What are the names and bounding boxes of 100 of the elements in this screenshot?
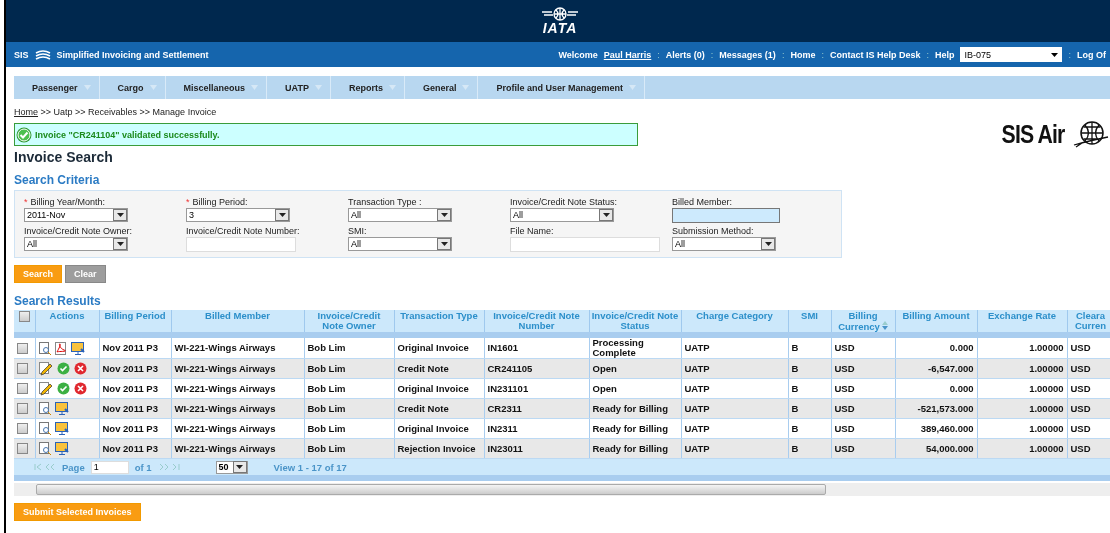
- required-mark: *: [24, 197, 28, 207]
- monitor-icon[interactable]: [70, 341, 85, 355]
- top-link[interactable]: Contact IS Help Desk: [829, 49, 921, 60]
- required-mark: *: [186, 197, 190, 207]
- column-header: Actions: [35, 310, 99, 332]
- check-circle-icon[interactable]: [56, 362, 70, 375]
- checkbox[interactable]: [17, 383, 28, 394]
- table-cell: B: [788, 438, 831, 459]
- separator: :: [926, 49, 929, 60]
- field-label: Submission Method:: [672, 226, 754, 236]
- table-cell: 1.00000: [977, 398, 1067, 419]
- sis-air-logo: SIS Air: [995, 119, 1110, 149]
- menu-item[interactable]: General: [404, 76, 479, 99]
- table-cell: UATP: [681, 398, 788, 419]
- table-cell: Nov 2011 P3: [99, 358, 171, 379]
- table-cell: USD: [1067, 418, 1110, 439]
- table-cell: Original Invoice: [394, 378, 484, 399]
- table-cell: 1.00000: [977, 378, 1067, 399]
- document-magnifier-icon[interactable]: [38, 402, 51, 415]
- table-cell: Ready for Billing: [589, 418, 681, 439]
- close-circle-icon[interactable]: [73, 362, 87, 375]
- dropdown-field[interactable]: All: [348, 208, 452, 222]
- table-cell: 1.00000: [977, 338, 1067, 359]
- table-cell: Open: [589, 358, 681, 379]
- page-input[interactable]: 1: [90, 460, 129, 474]
- table-cell: Rejection Invoice: [394, 438, 484, 459]
- document-magnifier-icon[interactable]: [38, 422, 51, 435]
- member-dropdown[interactable]: IB-075: [960, 47, 1063, 62]
- top-link[interactable]: Help: [934, 49, 955, 60]
- table-cell: Credit Note: [394, 398, 484, 419]
- table-cell: WI-221-Wings Airways: [171, 378, 304, 399]
- top-link[interactable]: Alerts (0): [665, 49, 705, 60]
- dropdown-field[interactable]: All: [510, 208, 614, 222]
- menu-item[interactable]: Cargo: [99, 76, 166, 99]
- checkbox[interactable]: [17, 423, 28, 434]
- field-label: Invoice/Credit Note Number:: [186, 226, 300, 236]
- table-cell: 1.00000: [977, 438, 1067, 459]
- table-cell: B: [788, 378, 831, 399]
- checkbox[interactable]: [17, 363, 28, 374]
- dropdown-field[interactable]: All: [672, 237, 776, 251]
- input-field[interactable]: [672, 208, 780, 223]
- menu-item[interactable]: Reports: [330, 76, 405, 99]
- table-cell: 389,460.000: [895, 418, 977, 439]
- table-cell: WI-221-Wings Airways: [171, 398, 304, 419]
- monitor-icon[interactable]: [54, 422, 69, 435]
- pencil-icon[interactable]: [38, 361, 53, 376]
- menu-item[interactable]: UATP: [267, 76, 331, 99]
- table-cell: Original Invoice: [394, 338, 484, 359]
- dropdown-field[interactable]: 2011-Nov: [24, 208, 128, 222]
- table-cell: Nov 2011 P3: [99, 338, 171, 359]
- checkbox[interactable]: [17, 342, 28, 354]
- table-cell: UATP: [681, 378, 788, 399]
- monitor-icon[interactable]: [54, 442, 69, 455]
- table-cell: USD: [1067, 378, 1110, 399]
- breadcrumb: Home >> Uatp >> Receivables >> Manage Invoice: [14, 107, 218, 117]
- table-cell: 1.00000: [977, 358, 1067, 379]
- dropdown-field[interactable]: All: [348, 237, 452, 251]
- page-count: of 1: [134, 461, 152, 473]
- horizontal-scrollbar[interactable]: [14, 483, 1110, 496]
- checkbox[interactable]: [18, 311, 30, 322]
- table-cell: Original Invoice: [394, 418, 484, 439]
- document-magnifier-icon[interactable]: [38, 442, 51, 455]
- menu-item[interactable]: Profile and User Management: [478, 76, 645, 99]
- table-cell: USD: [831, 398, 895, 419]
- field-label: Billing Period:: [192, 197, 248, 207]
- page-size-dropdown[interactable]: 50: [215, 460, 248, 474]
- table-cell: B: [788, 338, 831, 359]
- user-link[interactable]: Paul Harris: [603, 49, 652, 60]
- pdf-icon[interactable]: [54, 341, 67, 355]
- menu-item[interactable]: Passenger: [14, 76, 100, 99]
- document-magnifier-icon[interactable]: [38, 341, 51, 355]
- table-cell: USD: [831, 418, 895, 439]
- close-circle-icon[interactable]: [73, 382, 87, 395]
- dropdown-field[interactable]: All: [24, 237, 128, 251]
- top-link[interactable]: Messages (1): [719, 49, 776, 60]
- check-circle-icon[interactable]: [56, 382, 70, 395]
- check-circle-icon: [16, 126, 32, 143]
- checkbox[interactable]: [17, 443, 28, 454]
- table-cell: IN231101: [484, 378, 589, 399]
- dropdown-field[interactable]: 3: [186, 208, 290, 222]
- table-cell: 1.00000: [977, 418, 1067, 439]
- monitor-icon[interactable]: [54, 402, 69, 415]
- menu-item[interactable]: Miscellaneous: [165, 76, 268, 99]
- table-cell: -521,573.000: [895, 398, 977, 419]
- table-cell: -6,547.000: [895, 358, 977, 379]
- checkbox[interactable]: [17, 403, 28, 414]
- field-label: SMI:: [348, 226, 367, 236]
- caret-icon: [149, 85, 157, 90]
- page-label: Page: [62, 461, 85, 473]
- table-cell: USD: [831, 338, 895, 359]
- pencil-icon[interactable]: [38, 381, 53, 396]
- logoff-link[interactable]: Log Of: [1077, 49, 1106, 60]
- separator: :: [657, 49, 660, 60]
- table-cell: Nov 2011 P3: [99, 378, 171, 399]
- table-cell: Nov 2011 P3: [99, 438, 171, 459]
- field-label: Invoice/Credit Note Status:: [510, 197, 618, 207]
- table-cell: USD: [831, 378, 895, 399]
- table-cell: CR241105: [484, 358, 589, 379]
- top-link[interactable]: Home: [790, 49, 816, 60]
- home-link[interactable]: Home: [14, 107, 38, 117]
